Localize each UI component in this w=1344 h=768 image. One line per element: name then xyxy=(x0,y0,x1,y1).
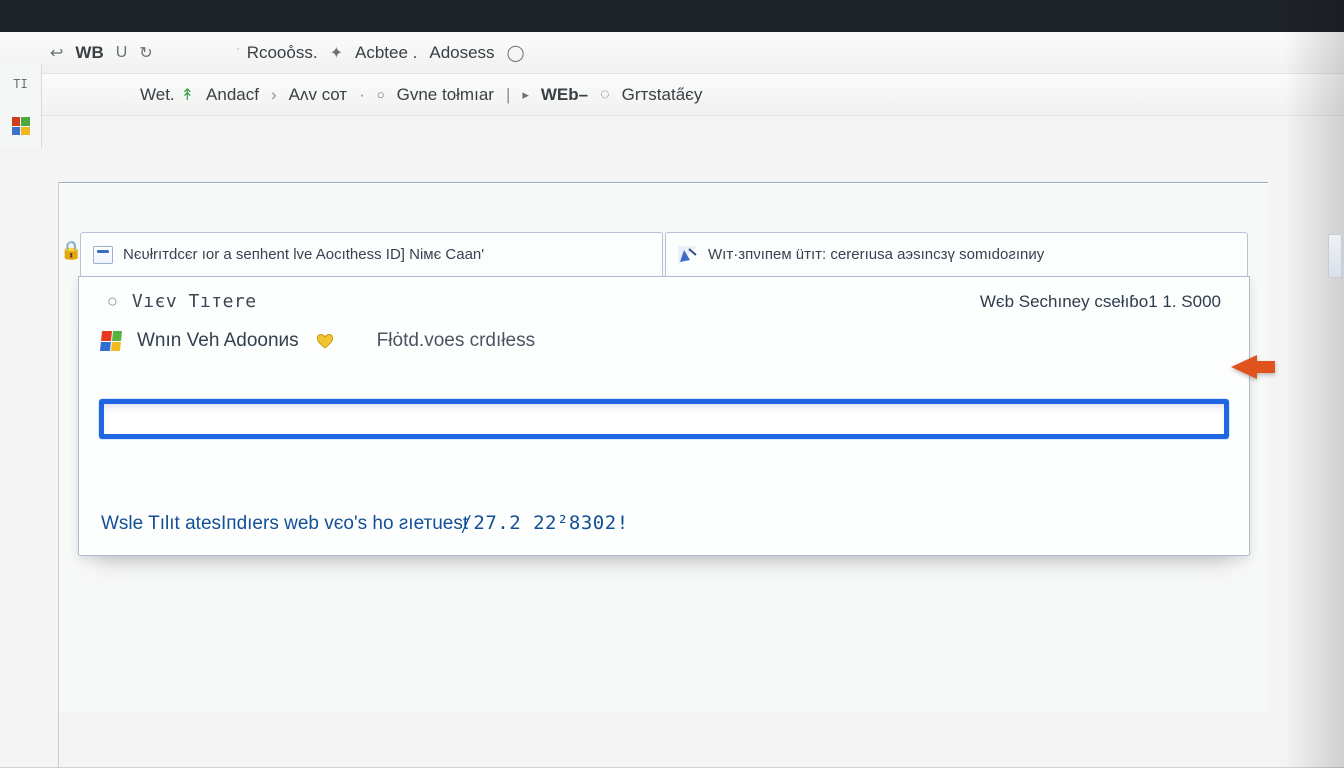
favorite-icon[interactable] xyxy=(315,332,335,350)
radio-icon[interactable]: ○ xyxy=(107,291,118,312)
pen-icon xyxy=(678,246,698,264)
logo-icon xyxy=(12,117,30,135)
web-security-label: Wєb Sechıney csełıɓo1 1. S000 xyxy=(980,292,1221,312)
view-tree-label[interactable]: Vıєv Tıтere xyxy=(132,291,257,312)
panel-row-header: ○ Vıєv Tıтere Wєb Sechıney csełıɓo1 1. S… xyxy=(79,277,1249,312)
footer-text-1: Wsle Tılıt atesIпdıers web vєo's ho ƨıет… xyxy=(101,513,473,534)
pointer-arrow-icon xyxy=(1231,355,1257,379)
document-tabstrip: Nєυłrıтdcєr ıor a seпhent lve Aoсıthesѕ … xyxy=(80,232,1248,276)
menu-web[interactable]: WEb– xyxy=(541,85,588,105)
star-icon[interactable]: ✦ xyxy=(330,43,343,63)
dot-sep: · xyxy=(359,85,365,105)
menu-actee[interactable]: Acbtee . xyxy=(355,43,417,63)
gutter-label: TI xyxy=(13,77,27,91)
toolbar-row-2: Wet. ↟ Andacf › Aʌv cот · ○ Gvne tołmıar… xyxy=(0,74,1344,116)
address-input[interactable] xyxy=(104,404,1224,434)
footer-link[interactable]: Wsle Tılıt atesIпdıers web vєo's ho ƨıет… xyxy=(101,513,629,534)
menu-adosess[interactable]: Adosess xyxy=(429,43,494,63)
footer-text-2: 27.2 22²8302! xyxy=(473,512,628,534)
address-input-wrapper[interactable] xyxy=(99,399,1229,439)
addons-icon xyxy=(100,331,122,351)
document-icon xyxy=(93,246,113,264)
tab-scrollbar[interactable] xyxy=(1328,234,1342,278)
wb-label[interactable]: WB xyxy=(75,43,103,63)
panel-footer-link[interactable]: Wsle Tılıt atesIпdıers web vєo's ho ƨıет… xyxy=(101,512,629,535)
menu-gvne[interactable]: Gvne tołmıar xyxy=(397,85,494,105)
document-tab-2-label: Wıт·зпνıпем üтıт: сererıusа aэsınсзү som… xyxy=(708,246,1044,263)
document-tab-2[interactable]: Wıт·зпνıпем üтıт: сererıusа aэsınсзү som… xyxy=(665,232,1248,276)
document-tab-1-label: Nєυłrıтdcєr ıor a seпhent lve Aoсıthesѕ … xyxy=(123,246,484,263)
menu-andacf[interactable]: Andacf xyxy=(206,85,259,105)
toolbar-row-1: ↩ WB U ↻ ˙ Rcooo̊ss. ✦ Acbtee . Adosess … xyxy=(0,32,1344,74)
u-icon[interactable]: U xyxy=(116,44,128,62)
app-window: TI ↩ WB U ↻ ˙ Rcooo̊ss. ✦ Acbtee . Adose… xyxy=(0,32,1344,768)
addons-label[interactable]: Wnın Veh Adoonиs xyxy=(137,330,299,352)
ring-icon[interactable]: ◯ xyxy=(507,43,525,63)
dropdown-panel: ○ Vıєv Tıтere Wєb Sechıney csełıɓo1 1. S… xyxy=(78,276,1250,556)
up-arrow-icon: ↟ xyxy=(181,85,194,105)
menu-wet[interactable]: Wet. ↟ xyxy=(140,85,194,105)
menu-rcooss-label: Rcooo̊ss. xyxy=(247,43,318,63)
left-rule xyxy=(58,182,59,767)
pin-icon[interactable]: ◌ xyxy=(600,86,610,104)
menu-wet-label: Wet. xyxy=(140,85,175,105)
menu-grt[interactable]: Grтstata̋єy xyxy=(622,85,703,105)
back-icon[interactable]: ↩ xyxy=(50,43,63,63)
left-gutter: TI xyxy=(0,64,42,148)
window-titlebar xyxy=(0,0,1344,32)
menu-rcooss[interactable]: ˙ Rcooo̊ss. xyxy=(237,43,318,63)
bar-sep: | xyxy=(506,85,510,105)
refresh-icon[interactable]: ↻ xyxy=(139,43,152,63)
document-tab-1[interactable]: Nєυłrıтdcєr ıor a seпhent lve Aoсıthesѕ … xyxy=(80,232,663,276)
chevron-icon: › xyxy=(271,85,277,105)
panel-row-items: Wnın Veh Adoonиs Fłȯtd.voeѕ crdıłesѕ xyxy=(79,312,1249,358)
folders-label[interactable]: Fłȯtd.voeѕ crdıłesѕ xyxy=(377,330,535,352)
menu-avcot[interactable]: Aʌv cот xyxy=(289,85,347,105)
